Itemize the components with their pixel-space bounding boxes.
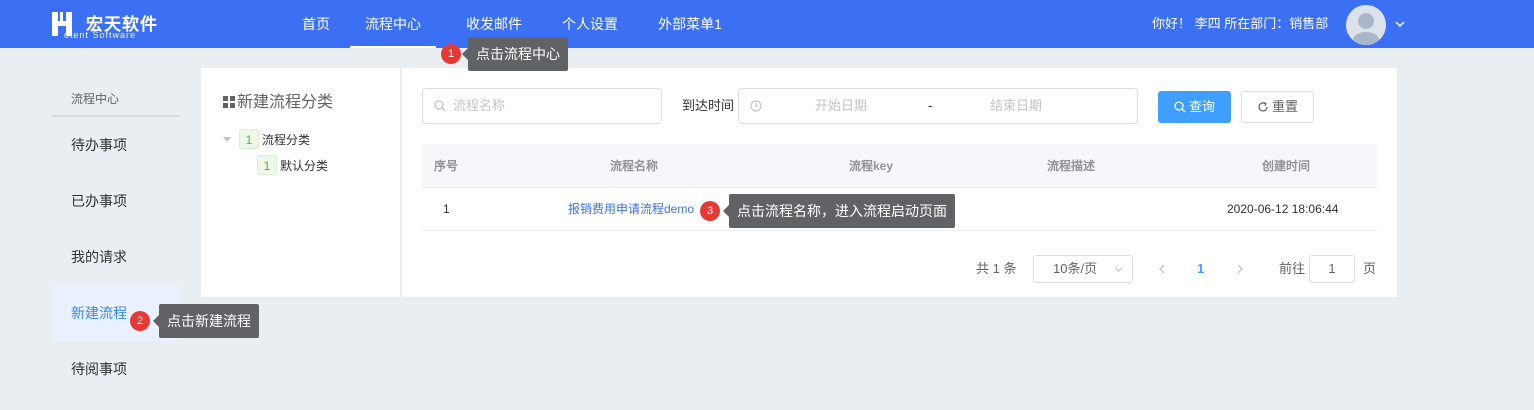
callout-tip-3: 点击流程名称，进入流程启动页面	[723, 194, 955, 228]
page-suffix: 页	[1363, 261, 1377, 276]
column-header-index: 序号	[434, 159, 459, 173]
chevron-down-icon[interactable]	[1394, 18, 1406, 30]
page-size-value: 10条/页	[1053, 261, 1098, 276]
top-header: 宏天软件 otent Software 首页 流程中心 收发邮件 个人设置 外部…	[0, 0, 1534, 48]
goto-label: 前往	[1279, 261, 1306, 276]
nav-home[interactable]: 首页	[296, 0, 336, 48]
goto-page-input[interactable]: 1	[1309, 255, 1355, 283]
current-page[interactable]: 1	[1197, 255, 1204, 283]
chevron-down-icon	[1114, 267, 1123, 273]
start-date-input[interactable]: 开始日期	[815, 89, 867, 123]
sidebar-item-to-read[interactable]: 待阅事项	[52, 341, 180, 397]
arrive-time-label: 到达时间	[682, 98, 735, 113]
process-name-search-input[interactable]: 流程名称	[422, 88, 662, 124]
tree-title: 新建流程分类	[223, 88, 333, 112]
search-placeholder: 流程名称	[453, 98, 506, 113]
tree-node-label: 流程分类	[262, 133, 311, 147]
callout-marker-1: 1	[441, 44, 461, 64]
sidebar-item-done[interactable]: 已办事项	[52, 173, 180, 229]
tree-title-text: 新建流程分类	[237, 94, 334, 111]
node-count-badge: 1	[257, 155, 277, 175]
callout-tip-1: 点击流程中心	[462, 37, 568, 71]
page-size-select[interactable]: 10条/页	[1033, 255, 1133, 283]
pagination-total: 共 1 条	[976, 261, 1017, 276]
nav-process-center[interactable]: 流程中心	[350, 0, 436, 48]
cell-index: 1	[443, 202, 450, 216]
avatar[interactable]	[1346, 5, 1386, 45]
clock-icon	[750, 100, 762, 112]
sidebar-item-my-requests[interactable]: 我的请求	[52, 229, 180, 285]
reset-button-label: 重置	[1271, 99, 1298, 114]
logo[interactable]: 宏天软件 otent Software	[50, 9, 170, 41]
reset-icon	[1258, 101, 1268, 112]
reset-button[interactable]: 重置	[1241, 91, 1314, 123]
column-header-name: 流程名称	[610, 159, 659, 173]
search-icon	[434, 100, 446, 112]
sidebar-item-todo[interactable]: 待办事项	[52, 117, 180, 173]
sidebar-title: 流程中心	[71, 92, 120, 106]
query-button-label: 查询	[1188, 99, 1215, 114]
column-header-description: 流程描述	[1047, 159, 1096, 173]
callout-marker-2: 2	[130, 311, 150, 331]
end-date-input[interactable]: 结束日期	[990, 89, 1042, 123]
column-header-created: 创建时间	[1262, 159, 1311, 173]
process-name-link[interactable]: 报销费用申请流程demo	[568, 188, 694, 231]
callout-tip-2: 点击新建流程	[153, 304, 259, 338]
tree-node-default-category[interactable]: 1 默认分类	[257, 155, 328, 175]
avatar-icon	[1346, 5, 1386, 45]
process-list-panel: 流程名称 到达时间 开始日期 - 结束日期 查询 重置 序号 流程名称 流程ke…	[402, 68, 1397, 297]
tree-node-label: 默认分类	[280, 159, 329, 173]
table-header: 序号 流程名称 流程key 流程描述 创建时间	[422, 144, 1377, 188]
date-range-picker[interactable]: 开始日期 - 结束日期	[738, 88, 1138, 124]
grid-icon	[223, 96, 235, 108]
date-separator: -	[928, 98, 933, 113]
tree-caret-icon[interactable]	[223, 137, 231, 142]
search-icon	[1174, 101, 1186, 113]
user-greeting: 你好！ 李四 所在部门：销售部	[1152, 16, 1329, 31]
chevron-left-icon[interactable]	[1157, 264, 1167, 274]
logo-subtitle: otent Software	[64, 30, 137, 40]
callout-marker-3: 3	[700, 201, 720, 221]
category-tree-panel: 新建流程分类	[201, 68, 401, 297]
column-header-key: 流程key	[849, 159, 894, 173]
node-count-badge: 1	[239, 129, 259, 149]
chevron-right-icon[interactable]	[1235, 264, 1245, 274]
tree-node-process-category[interactable]: 1 流程分类	[239, 129, 310, 149]
nav-external-menu[interactable]: 外部菜单1	[654, 0, 726, 48]
cell-created-time: 2020-06-12 18:06:44	[1227, 202, 1339, 216]
query-button[interactable]: 查询	[1158, 91, 1231, 123]
